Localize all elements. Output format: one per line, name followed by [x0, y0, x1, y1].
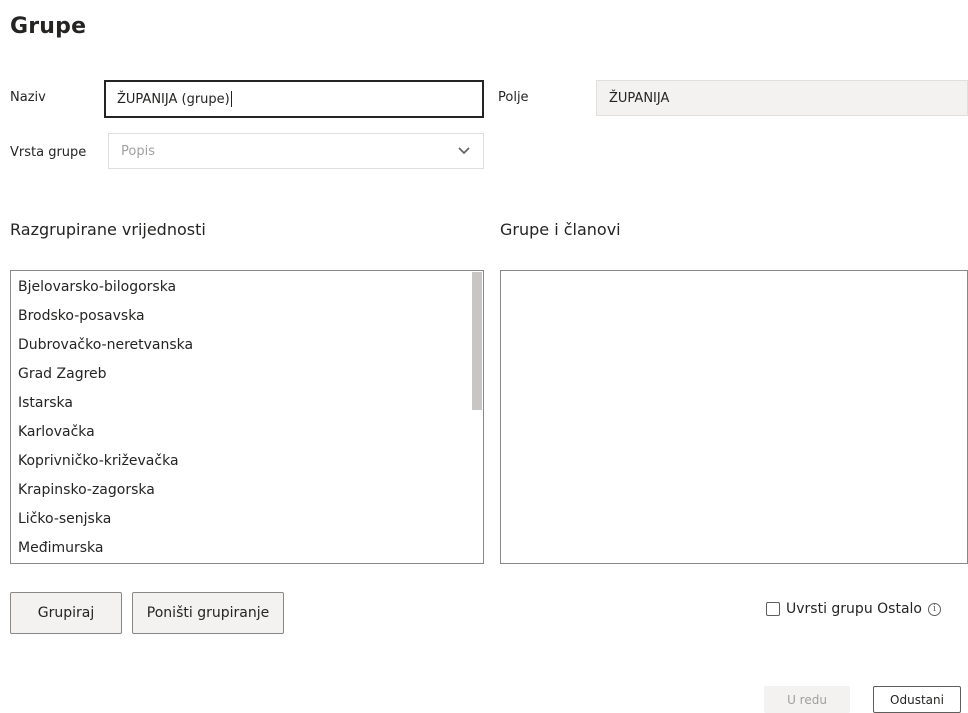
groups-heading: Grupe i članovi: [500, 220, 621, 239]
ungrouped-heading: Razgrupirane vrijednosti: [10, 220, 206, 239]
list-item[interactable]: Karlovačka: [11, 418, 469, 447]
info-icon[interactable]: i: [927, 602, 941, 616]
include-other-checkbox[interactable]: [766, 602, 780, 616]
group-type-select[interactable]: Popis: [108, 133, 484, 169]
field-input-value: ŽUPANIJA: [609, 90, 670, 106]
list-item[interactable]: Grad Zagreb: [11, 360, 469, 389]
name-label: Naziv: [10, 90, 46, 105]
include-other-label: Uvrsti grupu Ostalo: [786, 601, 922, 617]
list-item[interactable]: Koprivničko-križevačka: [11, 447, 469, 476]
ungrouped-scrollbar[interactable]: [471, 271, 483, 563]
list-item[interactable]: Dubrovačko-neretvanska: [11, 331, 469, 360]
list-item[interactable]: Brodsko-posavska: [11, 302, 469, 331]
name-input[interactable]: ŽUPANIJA (grupe): [104, 80, 484, 118]
ungroup-button[interactable]: Poništi grupiranje: [132, 592, 284, 634]
group-button[interactable]: Grupiraj: [10, 592, 122, 634]
ungrouped-scrollbar-thumb[interactable]: [472, 272, 482, 410]
ungrouped-list: Bjelovarsko-bilogorska Brodsko-posavska Du…: [11, 271, 483, 563]
group-type-value: Popis: [121, 143, 155, 159]
field-label: Polje: [498, 90, 529, 105]
name-input-value: ŽUPANIJA (grupe): [117, 91, 230, 107]
include-other-option[interactable]: Uvrsti grupu Ostalo i: [766, 601, 941, 617]
list-item[interactable]: Istarska: [11, 389, 469, 418]
text-cursor: [230, 91, 232, 107]
page-title: Grupe: [10, 14, 87, 39]
groups-listbox[interactable]: [500, 270, 968, 564]
ok-button[interactable]: U redu: [764, 686, 850, 713]
list-item[interactable]: Međimurska: [11, 534, 469, 563]
list-item[interactable]: Krapinsko-zagorska: [11, 476, 469, 505]
chevron-down-icon: [458, 147, 470, 155]
ungrouped-listbox[interactable]: Bjelovarsko-bilogorska Brodsko-posavska Du…: [10, 270, 484, 564]
group-type-label: Vrsta grupe: [10, 145, 87, 160]
list-item[interactable]: Bjelovarsko-bilogorska: [11, 273, 469, 302]
cancel-button[interactable]: Odustani: [873, 686, 961, 713]
field-input: ŽUPANIJA: [596, 80, 968, 116]
list-item[interactable]: Ličko-senjska: [11, 505, 469, 534]
